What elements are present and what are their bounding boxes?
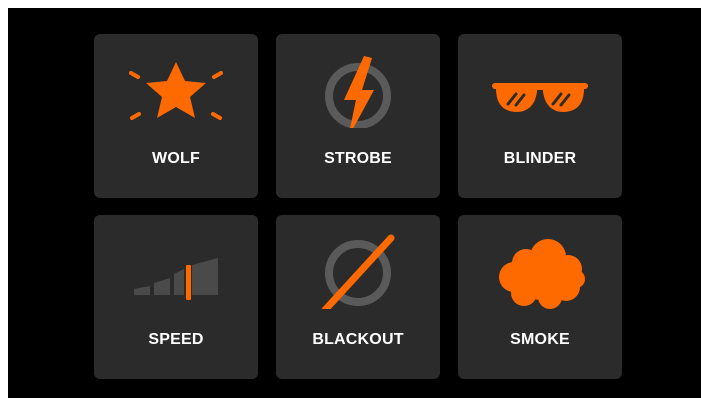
blinder-label: BLINDER — [503, 150, 577, 167]
smoke-button[interactable]: SMOKE — [458, 215, 622, 379]
strobe-label: STROBE — [324, 150, 392, 167]
wolf-label: WOLF — [152, 150, 200, 167]
blackout-label: BLACKOUT — [312, 331, 404, 348]
speed-label: SPEED — [148, 331, 204, 348]
wolf-button[interactable]: WOLF — [94, 34, 258, 198]
smoke-cloud-icon — [499, 239, 585, 309]
star-burst-icon — [129, 62, 223, 120]
speed-bars-icon — [134, 258, 218, 300]
effects-screen: WOLF STROBE BLINDER SPEED BLACKOUT SMOKE — [8, 8, 701, 398]
lightning-ring-icon — [325, 56, 391, 128]
blinder-button[interactable]: BLINDER — [458, 34, 622, 198]
smoke-label: SMOKE — [510, 331, 570, 348]
blackout-slash-icon — [321, 234, 395, 309]
speed-button[interactable]: SPEED — [94, 215, 258, 379]
strobe-button[interactable]: STROBE — [276, 34, 440, 198]
sunglasses-icon — [492, 83, 588, 112]
blackout-button[interactable]: BLACKOUT — [276, 215, 440, 379]
